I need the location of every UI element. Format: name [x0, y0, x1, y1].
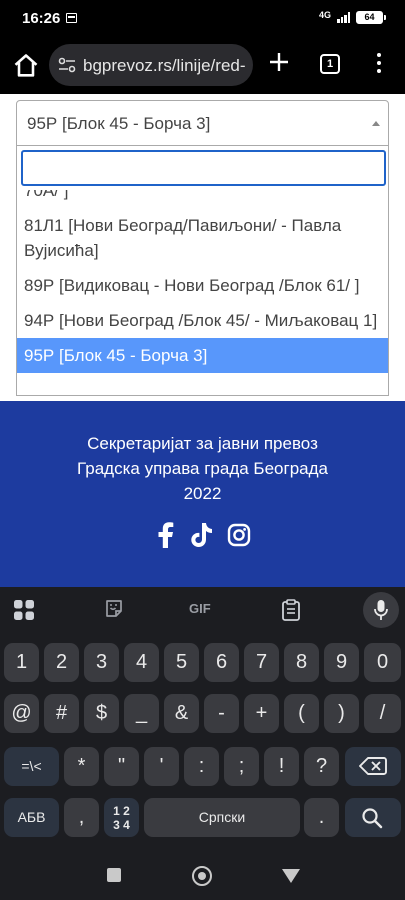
key-3[interactable]: 3 — [84, 643, 119, 682]
instagram-icon[interactable] — [227, 523, 251, 547]
sticker-icon[interactable] — [104, 599, 124, 619]
footer-org: Секретаријат за јавни превоз — [87, 434, 318, 453]
route-option-selected[interactable]: 95Р [Блок 45 - Борча 3] — [17, 338, 388, 373]
status-icons: 4G 64 — [318, 9, 386, 24]
home-icon[interactable] — [12, 52, 40, 80]
status-time: 16:26 — [22, 10, 61, 27]
key-4[interactable]: 4 — [124, 643, 159, 682]
gif-button[interactable]: GIF — [189, 601, 211, 616]
route-option[interactable]: 81Л1 [Нови Београд/Павиљони/ - Павла Вуј… — [17, 208, 388, 268]
route-dropdown: 70А/ ] 81Л1 [Нови Београд/Павиљони/ - Па… — [16, 146, 389, 396]
backspace-button[interactable] — [345, 747, 401, 786]
key-close-paren[interactable]: ) — [324, 694, 359, 733]
key-semicolon[interactable]: ; — [224, 747, 259, 786]
key-8[interactable]: 8 — [284, 643, 319, 682]
address-bar[interactable]: bgprevoz.rs/linije/red- — [49, 44, 253, 86]
new-tab-icon[interactable] — [268, 51, 290, 73]
search-button[interactable] — [345, 798, 401, 837]
voice-input-button[interactable] — [363, 592, 399, 628]
keyboard-toolbar: GIF — [0, 587, 405, 633]
key-asterisk[interactable]: * — [64, 747, 99, 786]
key-open-paren[interactable]: ( — [284, 694, 319, 733]
battery-icon: 64 — [356, 11, 386, 24]
symbols-more-button[interactable]: =\< — [4, 747, 59, 786]
route-options-list[interactable]: 70А/ ] 81Л1 [Нови Београд/Павиљони/ - Па… — [17, 190, 388, 395]
system-nav-bar — [0, 851, 405, 900]
space-bar[interactable]: Српски — [144, 798, 300, 837]
key-9[interactable]: 9 — [324, 643, 359, 682]
key-underscore[interactable]: _ — [124, 694, 159, 733]
dropdown-arrow-icon — [372, 121, 380, 126]
calendar-icon — [66, 13, 77, 23]
key-plus[interactable]: + — [244, 694, 279, 733]
key-dollar[interactable]: $ — [84, 694, 119, 733]
language-switch-button[interactable]: АБВ — [4, 798, 59, 837]
key-double-quote[interactable]: " — [104, 747, 139, 786]
site-footer: Секретаријат за јавни превоз Градска упр… — [0, 401, 405, 587]
status-bar: 16:26 4G 64 — [0, 0, 405, 38]
key-hash[interactable]: # — [44, 694, 79, 733]
social-links — [0, 522, 405, 548]
key-slash[interactable]: / — [364, 694, 401, 733]
key-0[interactable]: 0 — [364, 643, 401, 682]
numpad-button[interactable]: 1 2 3 4 — [104, 798, 139, 837]
home-button-icon[interactable] — [192, 866, 212, 886]
backspace-icon — [359, 757, 387, 775]
browser-toolbar: bgprevoz.rs/linije/red- 1 — [0, 38, 405, 94]
apps-grid-icon[interactable] — [13, 599, 35, 621]
key-7[interactable]: 7 — [244, 643, 279, 682]
search-icon — [362, 808, 383, 829]
key-5[interactable]: 5 — [164, 643, 199, 682]
facebook-icon[interactable] — [155, 522, 175, 548]
recents-icon[interactable] — [107, 868, 121, 882]
keyboard: GIF 1 2 3 4 5 6 7 8 9 0 @ # $ _ & - + ( … — [0, 587, 405, 851]
menu-icon[interactable] — [374, 53, 384, 75]
network-type: 4G — [318, 9, 331, 20]
tab-switcher-button[interactable]: 1 — [320, 54, 340, 74]
route-option[interactable]: 70А/ ] — [17, 190, 388, 208]
key-at[interactable]: @ — [4, 694, 39, 733]
key-minus[interactable]: - — [204, 694, 239, 733]
page-content: 95Р [Блок 45 - Борча 3] 70А/ ] 81Л1 [Нов… — [0, 94, 405, 587]
microphone-icon — [374, 600, 388, 620]
clipboard-icon[interactable] — [281, 599, 301, 621]
key-exclamation[interactable]: ! — [264, 747, 299, 786]
key-question[interactable]: ? — [304, 747, 339, 786]
signal-icon — [337, 12, 350, 23]
back-icon[interactable] — [282, 869, 300, 883]
route-select[interactable]: 95Р [Блок 45 - Борча 3] — [16, 100, 389, 146]
key-6[interactable]: 6 — [204, 643, 239, 682]
footer-year: 2022 — [183, 484, 222, 503]
route-search-input[interactable] — [21, 150, 386, 186]
route-select-value: 95Р [Блок 45 - Борча 3] — [27, 114, 211, 133]
key-comma[interactable]: , — [64, 798, 99, 837]
tiktok-icon[interactable] — [189, 522, 213, 548]
site-settings-icon[interactable] — [58, 57, 76, 73]
key-single-quote[interactable]: ' — [144, 747, 179, 786]
key-period[interactable]: . — [304, 798, 339, 837]
route-option[interactable]: 89Р [Видиковац - Нови Београд /Блок 61/ … — [17, 268, 388, 303]
key-1[interactable]: 1 — [4, 643, 39, 682]
key-colon[interactable]: : — [184, 747, 219, 786]
url-text: bgprevoz.rs/linije/red- — [83, 56, 246, 75]
key-ampersand[interactable]: & — [164, 694, 199, 733]
route-option[interactable]: 94Р [Нови Београд /Блок 45/ - Миљаковац … — [17, 303, 388, 338]
footer-admin: Градска управа града Београда — [77, 459, 328, 478]
key-2[interactable]: 2 — [44, 643, 79, 682]
